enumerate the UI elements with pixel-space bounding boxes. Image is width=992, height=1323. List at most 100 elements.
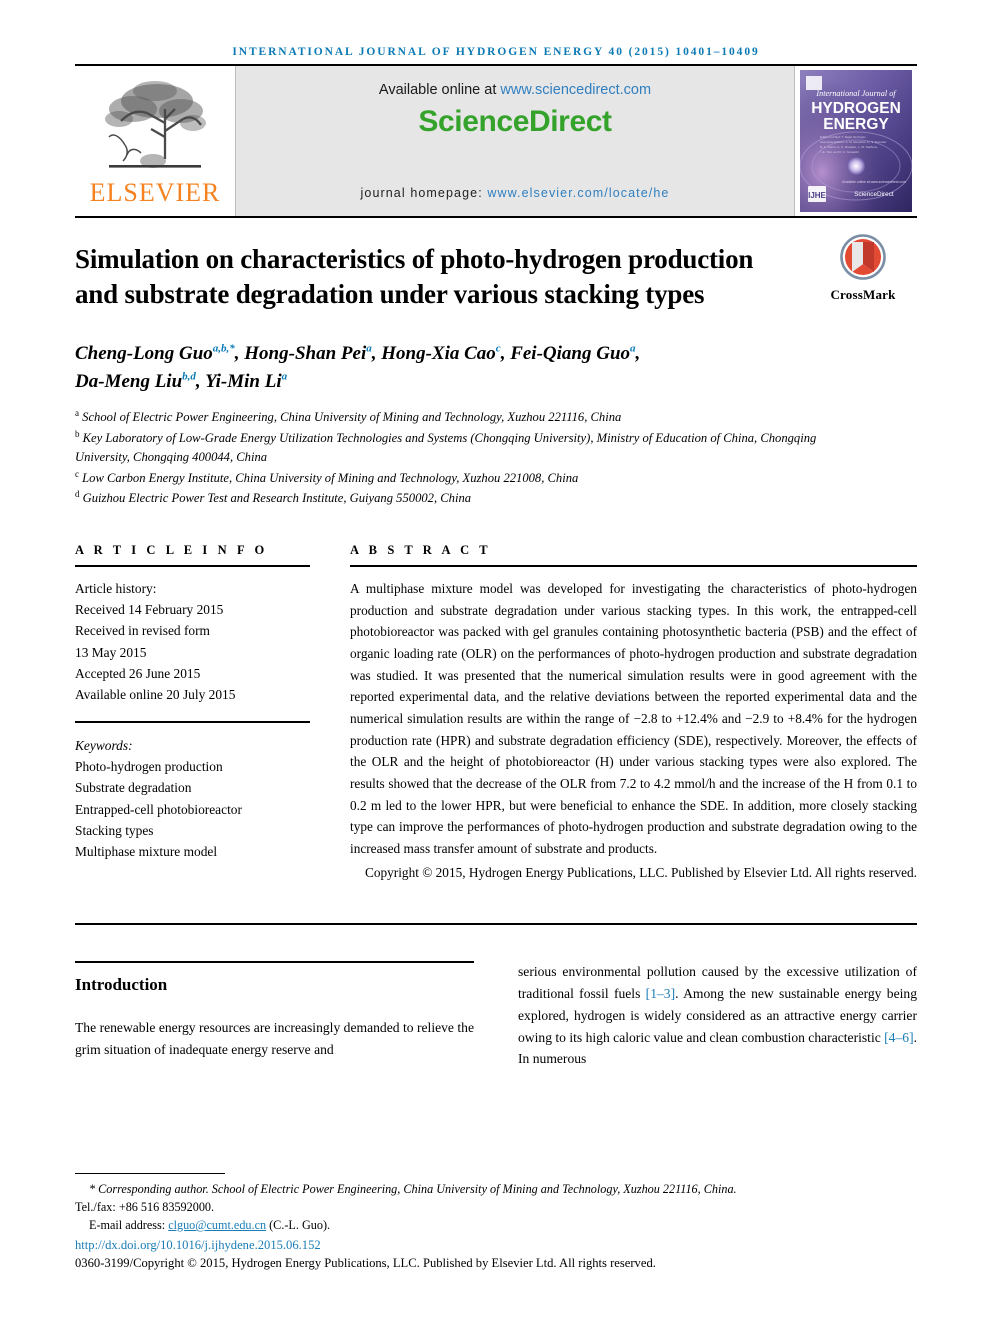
svg-text:Available online at www.scienc: Available online at www.sciencedirect.co… bbox=[842, 180, 906, 184]
abstract-copyright: Copyright © 2015, Hydrogen Energy Public… bbox=[364, 864, 917, 880]
svg-text:N. A. Karim, A. C. Rosales, L.: N. A. Karim, A. C. Rosales, L. W. Steffe… bbox=[820, 145, 878, 149]
svg-text:HYDROGEN: HYDROGEN bbox=[811, 100, 901, 117]
svg-text:International Journal of: International Journal of bbox=[815, 89, 897, 98]
keywords-block: Keywords: Photo-hydrogen production Subs… bbox=[75, 735, 310, 862]
body-columns: Introduction The renewable energy resour… bbox=[75, 961, 917, 1070]
email-suffix: (C.-L. Guo). bbox=[266, 1217, 331, 1232]
affiliation-text: Key Laboratory of Low-Grade Energy Utili… bbox=[75, 431, 817, 465]
elsevier-wordmark: ELSEVIER bbox=[89, 177, 221, 207]
keyword-item: Multiphase mixture model bbox=[75, 843, 218, 859]
affiliation-mark: d bbox=[75, 489, 80, 500]
abstract-column: A B S T R A C T A multiphase mixture mod… bbox=[330, 543, 917, 883]
paper-page: INTERNATIONAL JOURNAL OF HYDROGEN ENERGY… bbox=[0, 0, 992, 1323]
elsevier-logo: ELSEVIER bbox=[75, 66, 235, 216]
crossmark-badge[interactable]: CrossMark bbox=[809, 234, 917, 303]
author-affil-mark: a bbox=[366, 342, 372, 355]
issn-copyright-line: 0360-3199/Copyright © 2015, Hydrogen Ene… bbox=[75, 1256, 656, 1270]
page-title: Simulation on characteristics of photo-h… bbox=[75, 244, 754, 310]
history-item: Received 14 February 2015 bbox=[75, 602, 224, 618]
body-separator-rule bbox=[75, 923, 917, 926]
author-line-1: Cheng-Long Guoa,b,*, Hong-Shan Peia, Hon… bbox=[75, 342, 641, 365]
article-info-column: A R T I C L E I N F O Article history: R… bbox=[75, 543, 330, 883]
author-affil-mark: a,b,* bbox=[212, 342, 235, 355]
corresponding-author-text: Corresponding author. School of Electric… bbox=[98, 1181, 737, 1196]
affiliation-mark: a bbox=[75, 408, 79, 419]
author-affil-mark: c bbox=[495, 342, 501, 355]
journal-homepage-line: journal homepage: www.elsevier.com/locat… bbox=[361, 186, 670, 200]
author-name: Cheng-Long Guo bbox=[75, 343, 213, 365]
keyword-item: Stacking types bbox=[75, 822, 154, 838]
author-name: Fei-Qiang Guo bbox=[510, 343, 631, 365]
citation-ref[interactable]: [1–3] bbox=[646, 986, 675, 1001]
affiliation-mark: b bbox=[75, 428, 80, 439]
affiliation-list: a School of Electric Power Engineering, … bbox=[75, 407, 835, 509]
crossmark-label: CrossMark bbox=[830, 287, 896, 302]
keyword-item: Photo-hydrogen production bbox=[75, 759, 223, 775]
info-abstract-columns: A R T I C L E I N F O Article history: R… bbox=[75, 543, 917, 883]
article-info-rule bbox=[75, 564, 310, 567]
telephone-note: Tel./fax: +86 516 83592000. bbox=[75, 1199, 215, 1214]
journal-cover-thumbnail: International Journal of HYDROGEN ENERGY… bbox=[795, 66, 917, 216]
svg-text:IJHE: IJHE bbox=[808, 191, 826, 200]
svg-text:I. E. Tsoi, and F. A. Yamaishi: I. E. Tsoi, and F. A. Yamaishi bbox=[820, 150, 859, 154]
title-block: Simulation on characteristics of photo-h… bbox=[75, 218, 917, 312]
author-name: Hong-Shan Pei bbox=[244, 343, 367, 365]
email-link[interactable]: clguo@cumt.edu.cn bbox=[168, 1218, 266, 1232]
article-history-title: Article history: bbox=[75, 580, 157, 596]
journal-homepage-label: journal homepage: bbox=[360, 186, 488, 200]
page-footnotes: * Corresponding author. School of Electr… bbox=[75, 1172, 917, 1271]
citation-ref[interactable]: [4–6] bbox=[884, 1030, 913, 1045]
running-head: INTERNATIONAL JOURNAL OF HYDROGEN ENERGY… bbox=[232, 46, 760, 58]
affiliation-item: b Key Laboratory of Low-Grade Energy Uti… bbox=[75, 428, 835, 468]
affiliation-item: d Guizhou Electric Power Test and Resear… bbox=[75, 488, 835, 509]
affiliation-text: School of Electric Power Engineering, Ch… bbox=[82, 410, 622, 425]
introduction-paragraph-left: The renewable energy resources are incre… bbox=[75, 1020, 474, 1058]
crossmark-icon bbox=[840, 234, 886, 280]
abstract-heading: A B S T R A C T bbox=[350, 542, 492, 557]
abstract-rule bbox=[350, 564, 917, 567]
author-affil-mark: a bbox=[281, 370, 288, 383]
svg-text:ScienceDirect: ScienceDirect bbox=[854, 191, 894, 198]
history-item: 13 May 2015 bbox=[75, 644, 147, 660]
body-column-right: serious environmental pollution caused b… bbox=[496, 961, 917, 1070]
history-item: Accepted 26 June 2015 bbox=[75, 665, 201, 681]
email-label: E-mail address: bbox=[89, 1217, 169, 1232]
sciencedirect-link[interactable]: www.sciencedirect.com bbox=[500, 82, 651, 98]
footnote-rule bbox=[75, 1172, 225, 1174]
svg-text:Editor-in-Chief: T. Nejat Vezi: Editor-in-Chief: T. Nejat Veziroglu bbox=[820, 135, 866, 139]
svg-text:Associate Editors: A. M. Elnas: Associate Editors: A. M. Elnashar, D. S.… bbox=[820, 140, 886, 144]
journal-cover-image: International Journal of HYDROGEN ENERGY… bbox=[800, 70, 912, 212]
journal-masthead: ELSEVIER Available online at www.science… bbox=[75, 66, 917, 218]
history-item: Received in revised form bbox=[75, 623, 210, 639]
author-name: Yi-Min Li bbox=[205, 370, 282, 392]
author-name: Hong-Xia Cao bbox=[381, 343, 496, 365]
svg-text:ENERGY: ENERGY bbox=[823, 116, 889, 133]
affiliation-item: a School of Electric Power Engineering, … bbox=[75, 407, 835, 428]
affiliation-mark: c bbox=[75, 468, 79, 479]
keyword-item: Entrapped-cell photobioreactor bbox=[75, 801, 242, 817]
elsevier-tree-icon bbox=[105, 80, 206, 168]
author-affil-mark: b,d bbox=[182, 370, 196, 383]
article-history: Article history: Received 14 February 20… bbox=[75, 578, 310, 705]
corresponding-author-note: * Corresponding author. School of Electr… bbox=[89, 1181, 737, 1196]
sciencedirect-wordmark: ScienceDirect bbox=[418, 105, 612, 138]
keywords-rule bbox=[75, 721, 310, 724]
author-list: Cheng-Long Guoa,b,*, Hong-Shan Peia, Hon… bbox=[75, 340, 775, 395]
email-note: E-mail address: clguo@cumt.edu.cn (C.-L.… bbox=[75, 1216, 917, 1234]
abstract-text: A multiphase mixture model was developed… bbox=[350, 580, 917, 857]
keyword-item: Substrate degradation bbox=[75, 780, 192, 796]
article-info-heading: A R T I C L E I N F O bbox=[75, 542, 268, 557]
doi-link[interactable]: http://dx.doi.org/10.1016/j.ijhydene.201… bbox=[75, 1238, 917, 1253]
section-heading-introduction: Introduction bbox=[75, 975, 168, 995]
journal-homepage-link[interactable]: www.elsevier.com/locate/he bbox=[487, 186, 669, 200]
history-item: Available online 20 July 2015 bbox=[75, 686, 236, 702]
introduction-paragraph-right: serious environmental pollution caused b… bbox=[518, 961, 917, 1070]
affiliation-text: Guizhou Electric Power Test and Research… bbox=[82, 491, 472, 506]
keywords-title: Keywords: bbox=[75, 738, 133, 754]
author-affil-mark: a bbox=[630, 342, 636, 355]
introduction-rule bbox=[75, 961, 474, 964]
available-online-line: Available online at www.sciencedirect.co… bbox=[379, 82, 651, 98]
sciencedirect-banner: Available online at www.sciencedirect.co… bbox=[235, 66, 795, 216]
author-name: Da-Meng Liu bbox=[75, 370, 183, 392]
author-line-2: Da-Meng Liub,d, Yi-Min Lia bbox=[75, 370, 288, 392]
